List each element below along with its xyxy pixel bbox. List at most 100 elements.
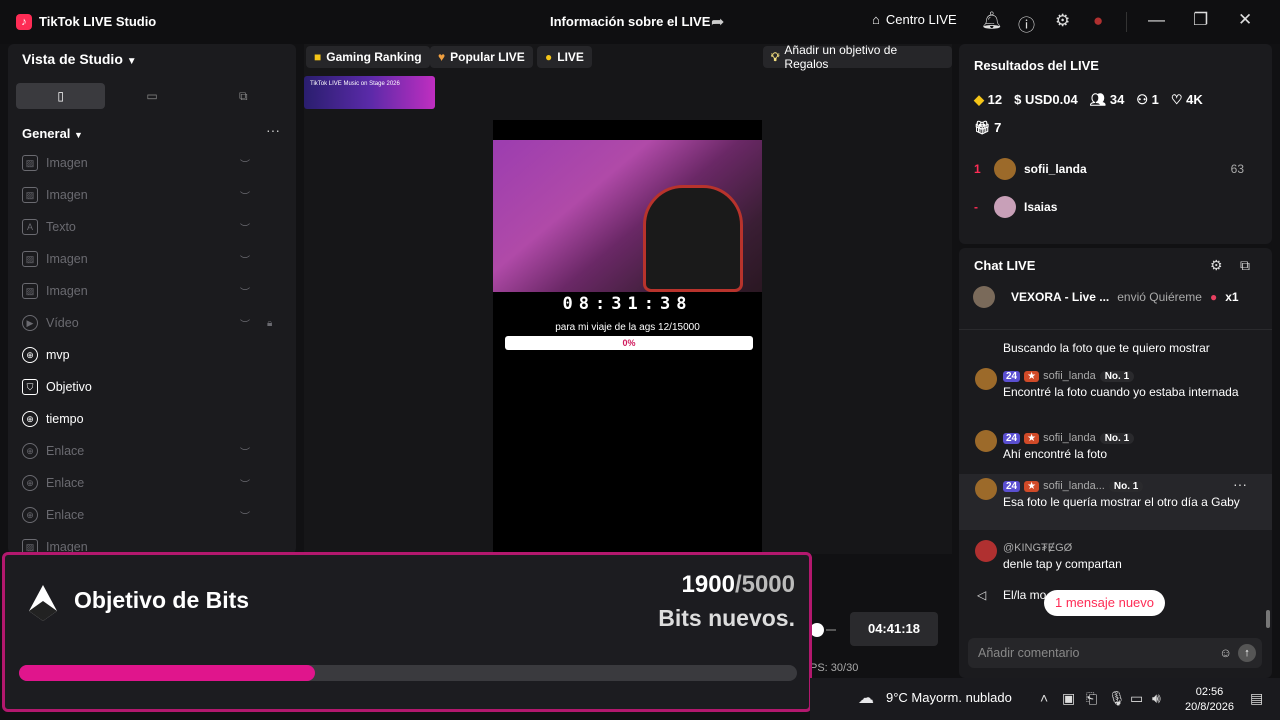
chat-message[interactable]: 24 ★ sofii_landa No. 1 Ahí encontré la f… (973, 430, 1263, 466)
notification-icon[interactable]: ▤ (1250, 690, 1263, 707)
close-button[interactable]: ✕ (1238, 10, 1252, 30)
new-message-button[interactable]: 1 mensaje nuevo (1044, 590, 1166, 616)
source-label: Imagen (46, 252, 88, 266)
chat-message[interactable]: 24 ★ sofii_landa... No. 1 ··· Esa foto l… (959, 474, 1272, 530)
visibility-icon[interactable]: ︶ (240, 444, 250, 459)
centro-live-button[interactable]: ⌂ Centro LIVE (872, 12, 957, 27)
source-item[interactable]: ⊕ Enlace ︶ (22, 504, 284, 526)
avatar (975, 478, 997, 500)
home-icon: ⌂ (872, 12, 880, 27)
gift-notification: VEXORA - Live ... envió Quiéreme ● x1 (973, 286, 1263, 308)
clock-date: 20/8/2026 (1185, 701, 1234, 713)
live-preview: ■ Gaming Ranking ♥ Popular LIVE ● LIVE 💡︎ Añ… (304, 43, 952, 554)
layout-switcher: ▯ ▭ ⧉ (16, 83, 288, 109)
source-item[interactable]: ⊕ Enlace ︶ (22, 440, 284, 462)
image-icon: ▨ (22, 283, 38, 299)
visibility-icon[interactable]: ︶ (240, 476, 250, 491)
message-user: sofii_landa (1043, 432, 1096, 444)
source-item[interactable]: ▨ Imagen ︶ (22, 152, 284, 174)
source-item[interactable]: ▨ Imagen ︶ (22, 280, 284, 302)
emoji-icon[interactable]: ☺ (1219, 638, 1232, 668)
comment-input[interactable]: Añadir comentario ☺ ↑ (968, 638, 1262, 668)
dual-layout-button[interactable]: ⧉ (199, 83, 288, 109)
globe-icon: ⊕ (22, 475, 38, 491)
visibility-icon[interactable]: ︶ (240, 220, 250, 235)
gifts-stat: 🎁︎ 7 (974, 120, 1001, 136)
general-group-header[interactable]: General ▼ (22, 126, 83, 141)
followers-stat: ⚇ 1 (1136, 92, 1159, 108)
lock-icon[interactable]: 🔒︎ (267, 318, 272, 329)
visibility-icon[interactable]: ︶ (240, 316, 250, 331)
chat-message[interactable]: @KING₮ɆGØ denle tap y compartan (973, 540, 1263, 576)
fan-badge-icon: ★ (1024, 370, 1040, 382)
gaming-ranking-pill[interactable]: ■ Gaming Ranking (306, 46, 430, 68)
microphone-icon[interactable]: 🎙︎ (1108, 690, 1126, 707)
weather-text[interactable]: 9°C Mayorm. nublado (886, 690, 1012, 705)
bits-current: 1900 (681, 571, 735, 598)
chat-message[interactable]: Buscando la foto que te quiero mostrar (973, 339, 1263, 361)
tray-icon[interactable]: ▣ (1062, 690, 1075, 707)
more-options-icon[interactable]: ··· (266, 122, 280, 138)
share-icon[interactable]: ➦ (711, 12, 724, 32)
image-icon: ▨ (22, 187, 38, 203)
send-icon[interactable]: ↑ (1238, 644, 1256, 662)
live-info-title[interactable]: Información sobre el LIVE (550, 14, 710, 29)
visibility-icon[interactable]: ︶ (240, 252, 250, 267)
landscape-layout-button[interactable]: ▭ (107, 83, 196, 109)
source-item[interactable]: ⊕ Enlace ︶ (22, 472, 284, 494)
help-icon[interactable]: ⓘ (1018, 11, 1035, 36)
studio-view-dropdown[interactable]: Vista de Studio ▼ (22, 51, 137, 67)
source-item[interactable]: ⛉ Objetivo (22, 376, 284, 398)
gear-icon[interactable]: ⚙ (1055, 11, 1070, 31)
message-meta: 24 ★ sofii_landa... No. 1 (1003, 478, 1144, 494)
banner-text: TikTok LIVE Music on Stage 2026 (310, 81, 400, 87)
message-text: Esa foto le quería mostrar el otro día a… (1003, 495, 1240, 509)
message-meta: @KING₮ɆGØ (1003, 540, 1072, 556)
gift-icon: 🎁︎ (974, 120, 991, 135)
visibility-icon[interactable]: ︶ (240, 508, 250, 523)
source-item[interactable]: A Texto ︶ (22, 216, 284, 238)
bell-icon[interactable]: 🔔︎ (981, 11, 1003, 31)
popular-live-pill[interactable]: ♥ Popular LIVE (430, 46, 533, 68)
source-item[interactable]: ▨ Imagen ︶ (22, 248, 284, 270)
source-item[interactable]: ⊕ mvp (22, 344, 284, 366)
avatar[interactable]: ● (1093, 11, 1103, 31)
chevron-up-icon[interactable]: ˄ (1040, 690, 1048, 706)
event-banner[interactable]: TikTok LIVE Music on Stage 2026 (304, 76, 435, 109)
avatar (975, 368, 997, 390)
clock[interactable]: 02:56 20/8/2026 (1185, 685, 1234, 715)
message-user: @KING₮ɆGØ (1003, 542, 1073, 554)
gear-icon[interactable]: ⚙ (1210, 257, 1223, 274)
visibility-icon[interactable]: ︶ (240, 188, 250, 203)
goal-text: para mi viaje de la ags 12/15000 (555, 322, 700, 333)
live-pill[interactable]: ● LIVE (537, 46, 592, 68)
ranking-row[interactable]: 1 sofii_landa 63 (974, 156, 1264, 182)
ranking-row[interactable]: - Isaias (974, 194, 1264, 220)
globe-icon: ⊕ (22, 347, 38, 363)
source-label: Enlace (46, 476, 85, 490)
usb-icon[interactable]: ⎗ (1086, 690, 1097, 707)
visibility-icon[interactable]: ︶ (240, 156, 250, 171)
heart-icon: ♡ (1170, 92, 1183, 107)
source-item[interactable]: ▶ Vídeo ︶ 🔒︎ (22, 312, 284, 334)
like-count: 4K (1186, 92, 1203, 107)
visibility-icon[interactable]: ︶ (240, 284, 250, 299)
chat-message[interactable]: 24 ★ sofii_landa No. 1 Encontré la foto … (973, 368, 1263, 420)
slider-handle[interactable] (810, 623, 824, 637)
portrait-layout-button[interactable]: ▯ (16, 83, 106, 109)
minimize-button[interactable]: — (1148, 10, 1165, 30)
restore-button[interactable]: ❐ (1193, 10, 1208, 30)
popout-icon[interactable]: ⧉ (1240, 257, 1250, 274)
stats-row: ◆ 12 $ USD0.04 👥︎ 34 ⚇ 1 ♡ 4K (974, 92, 1203, 108)
source-item[interactable]: ⊕ tiempo (22, 408, 284, 430)
speaker-icon[interactable]: 🔊︎ (1152, 690, 1161, 707)
network-icon[interactable]: ▭ (1130, 690, 1143, 707)
source-item[interactable]: ▨ Imagen ︶ (22, 184, 284, 206)
results-title: Resultados del LIVE (974, 58, 1099, 73)
source-label: mvp (46, 348, 70, 362)
chat-scrollbar[interactable] (1266, 610, 1270, 628)
heart-icon: ♥ (438, 50, 446, 64)
volume-slider[interactable] (808, 612, 848, 652)
gift-goal-button[interactable]: 💡︎ Añadir un objetivo de Regalos (763, 43, 952, 71)
more-options-icon[interactable]: ··· (1233, 476, 1247, 492)
